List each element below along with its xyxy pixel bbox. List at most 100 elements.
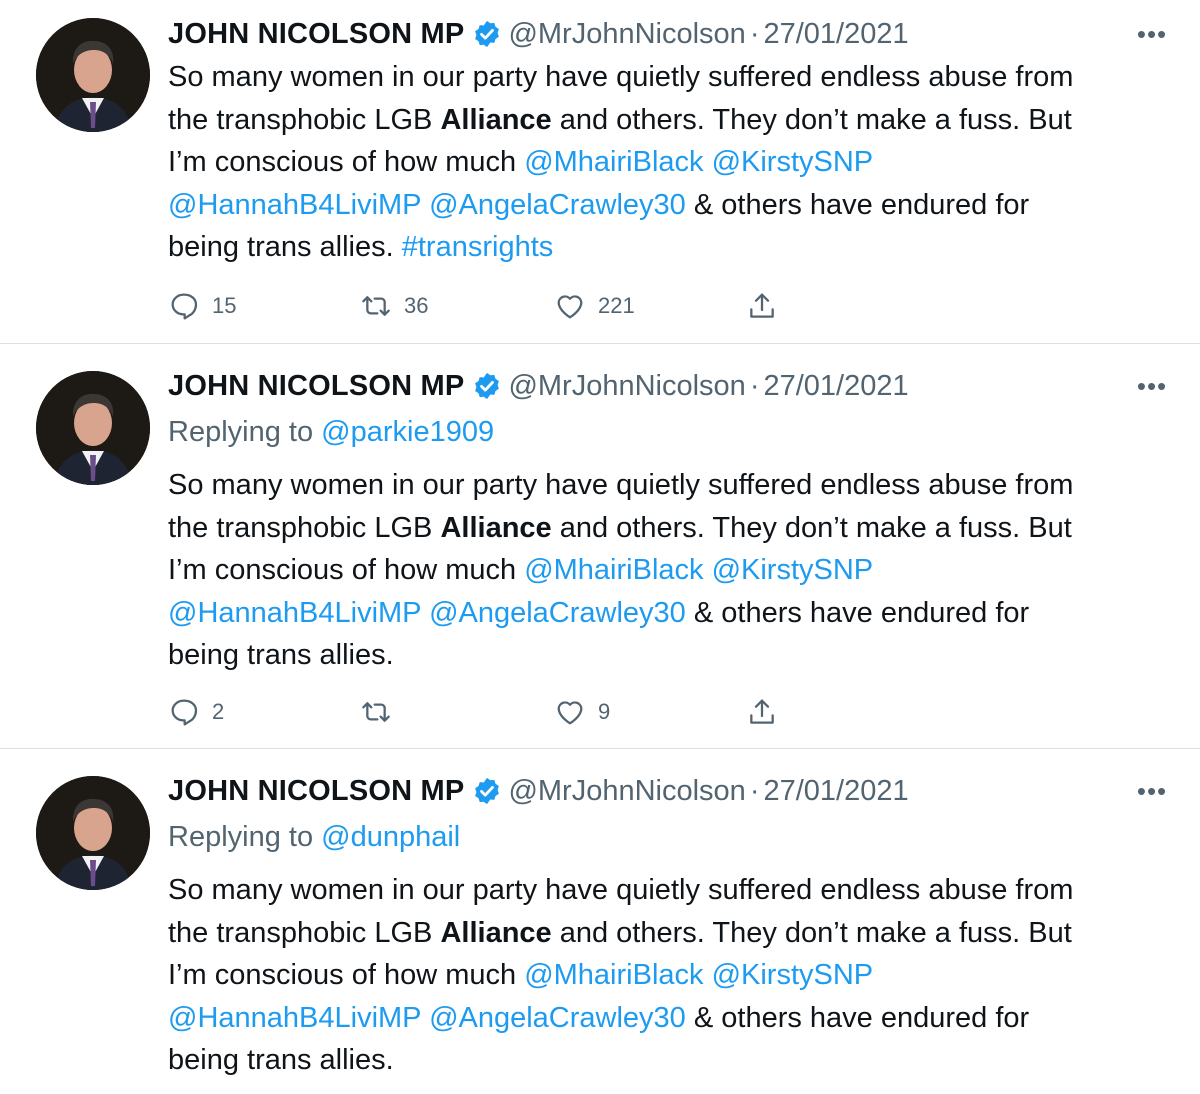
reply-button[interactable]: 15 xyxy=(168,286,236,326)
text-span xyxy=(421,597,429,629)
mention-link[interactable]: @HannahB4LiviMP xyxy=(168,189,421,221)
replying-handle-link[interactable]: @dunphail xyxy=(321,821,460,853)
separator: · xyxy=(749,18,760,50)
text-span xyxy=(704,146,712,178)
avatar[interactable] xyxy=(36,776,150,890)
mention-link[interactable]: @AngelaCrawley30 xyxy=(429,189,686,221)
verified-badge-icon xyxy=(472,371,502,401)
text-line: the transphobic LGB Alliance and others.… xyxy=(168,507,1168,550)
like-count: 221 xyxy=(598,293,635,318)
like-button[interactable]: 221 xyxy=(554,286,635,326)
author-name[interactable]: JOHN NICOLSON MP xyxy=(168,366,464,406)
text-line: the transphobic LGB Alliance and others.… xyxy=(168,912,1168,955)
retweet-arrows-icon xyxy=(360,290,392,322)
text-span: & others have endured for xyxy=(685,1001,1030,1034)
text-span: being trans allies. xyxy=(168,231,402,263)
mention-link[interactable]: @KirstySNP xyxy=(712,959,874,991)
tweet-header: JOHN NICOLSON MP @MrJohnNicolson · 27/01… xyxy=(168,366,1172,406)
author-handle[interactable]: @MrJohnNicolson xyxy=(508,771,745,811)
text-span xyxy=(421,189,429,221)
bold-text: Alliance xyxy=(440,511,552,544)
heart-icon xyxy=(554,696,586,728)
author-handle[interactable]: @MrJohnNicolson xyxy=(508,366,745,406)
replying-handle-link[interactable]: @parkie1909 xyxy=(321,416,494,448)
text-line: the transphobic LGB Alliance and others.… xyxy=(168,99,1168,142)
retweet-arrows-icon xyxy=(360,696,392,728)
mention-link[interactable]: @HannahB4LiviMP xyxy=(168,597,421,629)
hashtag-link[interactable]: #transrights xyxy=(402,231,554,263)
share-button[interactable] xyxy=(746,692,778,732)
text-span: I’m conscious of how much xyxy=(168,554,525,586)
retweet-button[interactable]: 36 xyxy=(360,286,428,326)
text-line: So many women in our party have quietly … xyxy=(168,874,1074,906)
text-span: & others have endured for xyxy=(685,188,1030,221)
text-line: being trans allies. xyxy=(168,1044,394,1076)
mention-link[interactable]: @MhairiBlack xyxy=(524,554,703,586)
author-name[interactable]: JOHN NICOLSON MP xyxy=(168,771,464,811)
mention-link[interactable]: @HannahB4LiviMP xyxy=(168,1002,421,1034)
tweet-text: So many women in our party have quietly … xyxy=(168,56,1168,269)
text-line: @HannahB4LiviMP @AngelaCrawley30 & other… xyxy=(168,184,1168,227)
text-span: I’m conscious of how much xyxy=(168,959,525,991)
text-line: So many women in our party have quietly … xyxy=(168,61,1074,93)
heart-icon xyxy=(554,290,586,322)
share-upload-icon xyxy=(746,696,778,728)
share-upload-icon xyxy=(746,290,778,322)
share-button[interactable] xyxy=(746,286,778,326)
bold-text: Alliance xyxy=(440,103,552,136)
mention-link[interactable]: @KirstySNP xyxy=(712,554,874,586)
like-button[interactable]: 9 xyxy=(554,692,610,732)
text-span: the transphobic LGB xyxy=(168,916,441,949)
text-line: being trans allies. #transrights xyxy=(168,226,1168,269)
tweet-header: JOHN NICOLSON MP @MrJohnNicolson · 27/01… xyxy=(168,14,1172,54)
avatar[interactable] xyxy=(36,371,150,485)
author-handle[interactable]: @MrJohnNicolson xyxy=(508,14,745,54)
tweet-header: JOHN NICOLSON MP @MrJohnNicolson · 27/01… xyxy=(168,771,1172,811)
text-line: So many women in our party have quietly … xyxy=(168,469,1074,501)
tweet-actions: 2 9 xyxy=(168,692,808,732)
text-span: & others have endured for xyxy=(685,596,1030,629)
separator: · xyxy=(749,775,760,807)
author-name[interactable]: JOHN NICOLSON MP xyxy=(168,14,464,54)
text-line: being trans allies. xyxy=(168,639,394,671)
more-options-ellipsis-icon[interactable]: ••• xyxy=(1132,366,1172,406)
tweet-date[interactable]: 27/01/2021 xyxy=(763,771,908,811)
reply-count: 15 xyxy=(212,293,237,318)
replying-prefix: Replying to xyxy=(168,821,322,853)
tweet[interactable]: JOHN NICOLSON MP @MrJohnNicolson · 27/01… xyxy=(0,344,1200,749)
more-options-ellipsis-icon[interactable]: ••• xyxy=(1132,771,1172,811)
verified-badge-icon xyxy=(472,776,502,806)
more-options-ellipsis-icon[interactable]: ••• xyxy=(1132,14,1172,54)
reply-count: 2 xyxy=(212,699,225,724)
text-span xyxy=(704,959,712,991)
bold-text: Alliance xyxy=(440,916,552,949)
mention-link[interactable]: @KirstySNP xyxy=(712,146,874,178)
retweet-count: 36 xyxy=(404,293,429,318)
tweet-date[interactable]: 27/01/2021 xyxy=(763,366,908,406)
text-line: I’m conscious of how much @MhairiBlack @… xyxy=(168,549,1168,592)
text-span: the transphobic LGB xyxy=(168,103,441,136)
mention-link[interactable]: @AngelaCrawley30 xyxy=(429,597,686,629)
tweet-text: So many women in our party have quietly … xyxy=(168,464,1168,677)
avatar[interactable] xyxy=(36,18,150,132)
like-count: 9 xyxy=(598,699,611,724)
text-span: and others. They don’t make a fuss. But xyxy=(551,103,1072,136)
text-span: and others. They don’t make a fuss. But xyxy=(551,916,1072,949)
mention-link[interactable]: @MhairiBlack xyxy=(524,146,703,178)
text-span: and others. They don’t make a fuss. But xyxy=(551,511,1072,544)
text-line: I’m conscious of how much @MhairiBlack @… xyxy=(168,141,1168,184)
tweet[interactable]: JOHN NICOLSON MP @MrJohnNicolson · 27/01… xyxy=(0,0,1200,344)
retweet-button[interactable] xyxy=(360,692,392,732)
mention-link[interactable]: @MhairiBlack xyxy=(524,959,703,991)
tweet-date[interactable]: 27/01/2021 xyxy=(763,14,908,54)
speech-bubble-icon xyxy=(168,696,200,728)
replying-to: Replying to @dunphail xyxy=(168,817,1172,857)
text-line: I’m conscious of how much @MhairiBlack @… xyxy=(168,954,1168,997)
text-line: @HannahB4LiviMP @AngelaCrawley30 & other… xyxy=(168,997,1168,1040)
separator: · xyxy=(749,370,760,402)
text-span xyxy=(704,554,712,586)
tweet[interactable]: JOHN NICOLSON MP @MrJohnNicolson · 27/01… xyxy=(0,749,1200,1094)
mention-link[interactable]: @AngelaCrawley30 xyxy=(429,1002,686,1034)
verified-badge-icon xyxy=(472,19,502,49)
reply-button[interactable]: 2 xyxy=(168,692,224,732)
